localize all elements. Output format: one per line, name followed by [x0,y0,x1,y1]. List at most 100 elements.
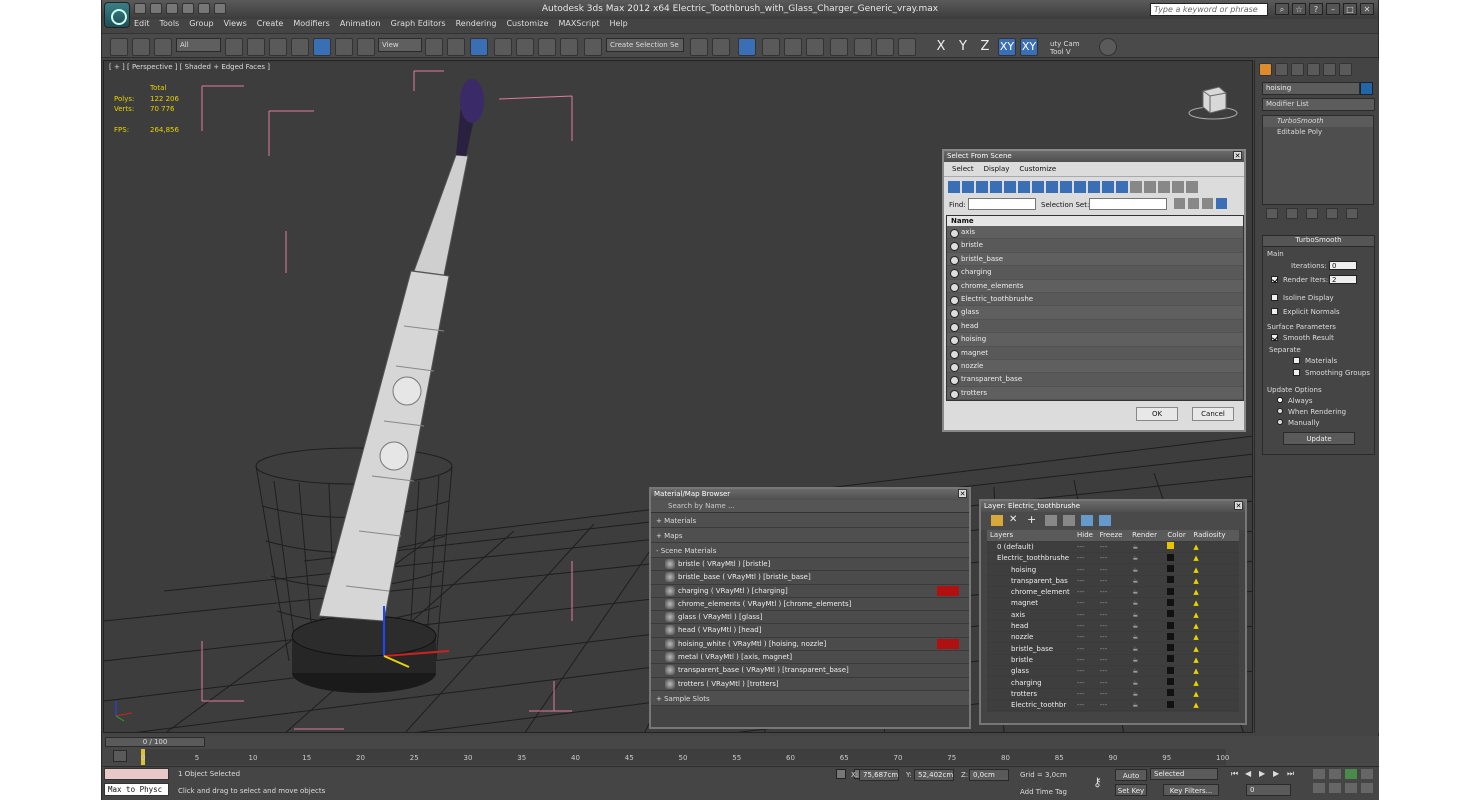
helpers-filter-icon[interactable] [1004,181,1016,193]
list-item[interactable]: glass [947,306,1243,320]
layer-color-swatch[interactable] [1167,665,1194,678]
freeze-toggle-icon[interactable]: --- [1099,654,1133,667]
materials-checkbox[interactable] [1293,357,1300,364]
radiosity-icon[interactable]: ▲ [1193,609,1239,621]
mat-search-input[interactable]: Search by Name ... [651,500,969,513]
object-name-input[interactable]: hoising [1262,82,1360,95]
time-slider[interactable]: 0 / 100 [105,737,205,747]
render-teapot-icon[interactable]: ☕ [1132,541,1168,554]
hide-toggle-icon[interactable]: --- [1077,552,1100,565]
star-icon[interactable]: ☆ [1292,3,1306,15]
layer-color-swatch[interactable] [1167,597,1194,610]
modify-tab-icon[interactable] [1275,63,1288,76]
when-rendering-radio[interactable] [1277,408,1283,414]
track-bar[interactable]: 0 5 10 15 20 25 30 35 40 45 50 55 60 65 70 75 80 85 90 95 10… [141,749,1229,765]
smoothing-groups-checkbox[interactable] [1293,369,1300,376]
show-end-result-icon[interactable] [1286,208,1298,219]
layer-name[interactable]: bristle_base [987,642,1077,655]
current-frame-field[interactable]: 0 [1246,784,1291,796]
maximize-viewport-icon[interactable] [1361,783,1373,793]
menu-help[interactable]: Help [610,19,628,32]
render-production-icon[interactable] [898,38,916,56]
window-crossing-icon[interactable] [291,38,309,56]
snaps-toggle-icon[interactable] [494,38,512,56]
layer-col-header[interactable]: Color [1167,530,1194,542]
modifier-list-dropdown[interactable]: Modifier List [1262,98,1375,111]
create-tab-icon[interactable] [1259,63,1272,76]
radiosity-icon[interactable]: ▲ [1193,552,1239,565]
layer-col-header[interactable]: Freeze [1099,530,1133,542]
menu-customize[interactable]: Customize [506,19,548,32]
sfs-cancel-button[interactable]: Cancel [1192,407,1234,421]
manipulate-icon[interactable] [447,38,465,56]
update-button[interactable]: Update [1283,432,1355,445]
layer-col-header[interactable]: Hide [1077,530,1100,542]
orbit-icon[interactable] [1345,783,1357,793]
radiosity-icon[interactable]: ▲ [1193,620,1239,633]
render-teapot-icon[interactable]: ☕ [1132,676,1168,689]
layer-color-swatch[interactable] [1167,541,1194,554]
layer-name[interactable]: Electric_toothbrushe [987,552,1077,565]
shapes-filter-icon[interactable] [962,181,974,193]
coord-z-field[interactable]: 0,0cm [969,769,1009,781]
isoline-checkbox[interactable] [1271,294,1278,301]
goto-start-icon[interactable]: ⏮ [1231,769,1242,779]
key-filters-button[interactable]: Key Filters... [1163,784,1219,796]
radiosity-icon[interactable]: ▲ [1193,597,1239,610]
layer-name[interactable]: head [987,620,1077,633]
pan-icon[interactable] [1329,783,1341,793]
display-tab-icon[interactable] [1323,63,1336,76]
stack-item-turbosmooth[interactable]: TurboSmooth [1263,116,1373,127]
render-teapot-icon[interactable]: ☕ [1132,642,1168,655]
zoom-extents-all-icon[interactable] [1361,769,1373,779]
hidden-filter-icon[interactable] [1102,181,1114,193]
menu-edit[interactable]: Edit [134,19,150,32]
sync-selection-icon[interactable] [1216,198,1227,209]
render-teapot-icon[interactable]: ☕ [1132,563,1168,576]
turbosmooth-rollout-header[interactable]: TurboSmooth [1263,236,1374,247]
play-icon[interactable]: ▶ [1259,769,1270,779]
table-row[interactable]: axis --- --- ☕ ▲ [987,609,1239,621]
material-row[interactable]: metal ( VRayMtl ) [axis, magnet] [651,651,969,665]
axis-z-button[interactable]: Z [976,38,994,56]
hide-toggle-icon[interactable]: --- [1077,699,1100,712]
hide-toggle-icon[interactable]: --- [1077,541,1100,554]
rotate-icon[interactable] [335,38,353,56]
material-row[interactable]: hoising_white ( VRayMtl ) [hoising, nozz… [651,637,969,652]
remove-from-set-icon[interactable] [1202,198,1213,209]
layer-name[interactable]: bristle [987,654,1077,667]
render-teapot-icon[interactable]: ☕ [1132,665,1168,678]
render-teapot-icon[interactable]: ☕ [1132,597,1168,610]
spacewarps-filter-icon[interactable] [1018,181,1030,193]
table-row[interactable]: bristle_base --- --- ☕ ▲ [987,642,1239,655]
manually-radio[interactable] [1277,419,1283,425]
layer-color-swatch[interactable] [1167,620,1194,633]
render-teapot-icon[interactable]: ☕ [1132,609,1168,621]
angle-snap-icon[interactable] [516,38,534,56]
selection-filter-dropdown[interactable]: All [176,38,221,52]
move-icon[interactable] [313,38,331,56]
layer-name[interactable]: transparent_bas [987,575,1077,587]
layer-color-swatch[interactable] [1167,563,1194,576]
object-color-swatch[interactable] [1360,82,1373,95]
freeze-toggle-icon[interactable]: --- [1099,676,1133,689]
list-item[interactable]: hoising [947,333,1243,347]
keyboard-shortcut-icon[interactable] [470,38,488,56]
hide-toggle-icon[interactable]: --- [1077,642,1100,655]
pin-stack-icon[interactable] [1266,208,1278,219]
key-mode-dropdown[interactable]: Selected [1150,768,1218,780]
hide-toggle-icon[interactable]: --- [1077,665,1100,678]
radiosity-icon[interactable]: ▲ [1193,586,1239,599]
freeze-toggle-icon[interactable]: --- [1099,631,1133,644]
menu-views[interactable]: Views [224,19,247,32]
coord-x-field[interactable]: 75,687cm [859,769,899,781]
table-row[interactable]: charging --- --- ☕ ▲ [987,676,1239,689]
list-item[interactable]: chrome_elements [947,279,1243,293]
select-none-icon[interactable] [1130,181,1142,193]
freeze-toggle-icon[interactable]: --- [1099,586,1133,599]
unlink-icon[interactable] [132,38,150,56]
mirror-icon[interactable] [690,38,708,56]
render-teapot-icon[interactable]: ☕ [1132,575,1168,587]
render-setup-icon[interactable] [854,38,872,56]
radiosity-icon[interactable]: ▲ [1193,642,1239,655]
